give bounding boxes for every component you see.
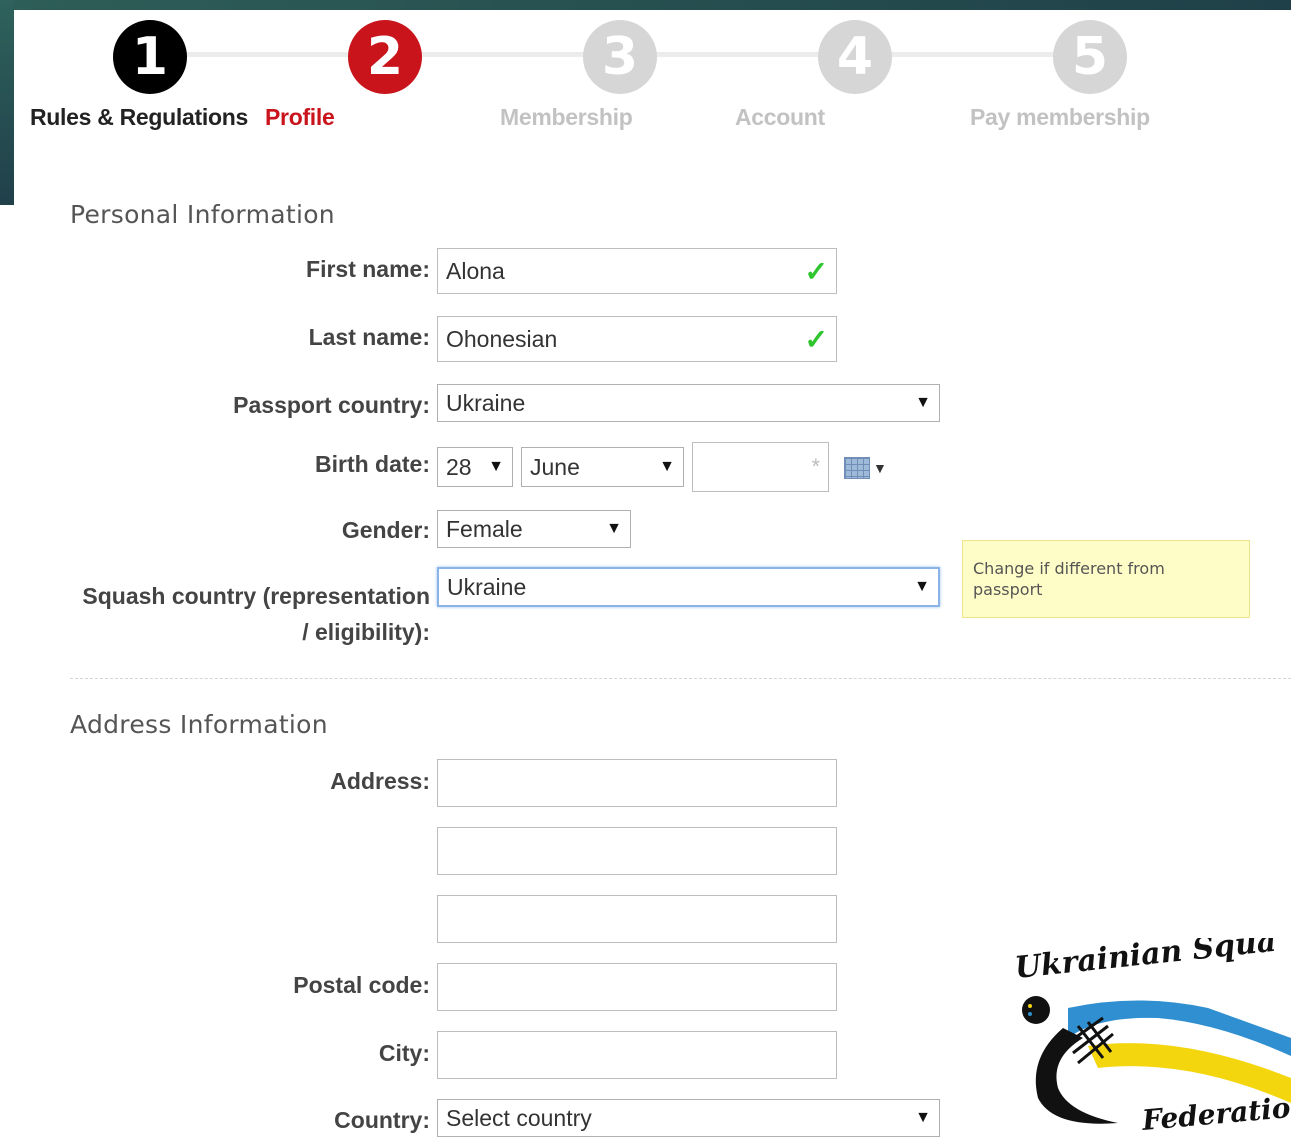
dropdown-arrow-icon: ▼ xyxy=(915,394,931,411)
squash-country-value: Ukraine xyxy=(447,573,527,600)
step-rules[interactable]: 1 Rules & Regulations xyxy=(30,20,270,130)
step-pay-membership: 5 Pay membership xyxy=(970,20,1210,130)
dropdown-arrow-icon: ▼ xyxy=(488,458,504,475)
last-name-value: Ohonesian xyxy=(446,325,558,352)
step-label-membership: Membership xyxy=(500,104,633,130)
postal-code-input[interactable] xyxy=(437,963,837,1011)
dropdown-arrow-icon: ▼ xyxy=(606,520,622,537)
address-line1-input[interactable] xyxy=(437,759,837,807)
first-name-value: Alona xyxy=(446,257,505,284)
section-divider xyxy=(70,678,1291,679)
squash-country-label: Squash country (representation / eligibi… xyxy=(60,578,430,650)
last-name-input[interactable]: Ohonesian ✓ xyxy=(437,316,837,362)
address-line3-input[interactable] xyxy=(437,895,837,943)
step-label-rules: Rules & Regulations xyxy=(30,104,248,130)
valid-check-icon: ✓ xyxy=(804,323,828,355)
step-number-4: 4 xyxy=(818,20,892,94)
step-number-5: 5 xyxy=(1053,20,1127,94)
squash-country-label-line2: / eligibility): xyxy=(302,619,430,645)
step-number-3: 3 xyxy=(583,20,657,94)
step-label-account: Account xyxy=(735,104,825,130)
city-input[interactable] xyxy=(437,1031,837,1079)
city-label: City: xyxy=(378,1040,430,1066)
registration-steps: 1 Rules & Regulations 2 Profile 3 Member… xyxy=(0,0,1291,140)
first-name-input[interactable]: Alona ✓ xyxy=(437,248,837,294)
birth-date-label: Birth date: xyxy=(315,451,430,477)
step-label-profile: Profile xyxy=(265,104,335,130)
birth-day-value: 28 xyxy=(446,453,472,480)
calendar-icon xyxy=(844,457,870,479)
birth-month-value: June xyxy=(530,453,580,480)
logo-black-swoosh xyxy=(1035,1028,1118,1124)
step-number-1: 1 xyxy=(113,20,187,94)
step-label-pay: Pay membership xyxy=(970,104,1150,130)
squash-country-tooltip: Change if different from passport xyxy=(962,540,1250,618)
step-number-2: 2 xyxy=(348,20,422,94)
address-label: Address: xyxy=(330,768,430,794)
last-name-label: Last name: xyxy=(308,324,430,350)
logo-text-line1: Ukrainian Squa xyxy=(1013,938,1278,986)
step-account: 4 Account xyxy=(735,20,975,130)
passport-country-label: Passport country: xyxy=(233,392,430,418)
step-profile[interactable]: 2 Profile xyxy=(265,20,505,130)
first-name-label: First name: xyxy=(306,256,430,282)
gender-select[interactable]: Female ▼ xyxy=(437,510,631,548)
birth-day-select[interactable]: 28 ▼ xyxy=(437,447,513,487)
squash-country-select[interactable]: Ukraine ▼ xyxy=(437,567,940,607)
dropdown-arrow-icon: ▼ xyxy=(659,458,675,475)
passport-country-select[interactable]: Ukraine ▼ xyxy=(437,384,940,422)
personal-info-title: Personal Information xyxy=(70,200,335,229)
valid-check-icon: ✓ xyxy=(804,255,828,287)
country-label: Country: xyxy=(334,1107,430,1133)
passport-country-value: Ukraine xyxy=(446,389,526,416)
ukrainian-squash-federation-logo: Ukrainian Squa Federatio xyxy=(1013,938,1291,1135)
address-info-title: Address Information xyxy=(70,710,328,739)
address-line2-input[interactable] xyxy=(437,827,837,875)
gender-value: Female xyxy=(446,515,523,542)
gender-label: Gender: xyxy=(341,517,430,543)
squash-country-label-line1: Squash country (representation xyxy=(82,583,430,609)
logo-text-line2: Federatio xyxy=(1140,1091,1291,1135)
dropdown-arrow-icon: ▼ xyxy=(915,1109,931,1126)
logo-ball xyxy=(1022,996,1050,1024)
country-select[interactable]: Select country ▼ xyxy=(437,1099,940,1137)
country-value: Select country xyxy=(446,1104,592,1131)
step-membership: 3 Membership xyxy=(500,20,740,130)
calendar-picker-button[interactable]: ▼ xyxy=(844,455,892,481)
birth-year-input[interactable]: * xyxy=(692,442,829,492)
dropdown-arrow-icon: ▼ xyxy=(914,578,930,595)
birth-month-select[interactable]: June ▼ xyxy=(521,447,684,487)
chevron-down-icon: ▼ xyxy=(873,460,887,476)
required-star-icon: * xyxy=(811,454,820,479)
postal-code-label: Postal code: xyxy=(293,972,430,998)
